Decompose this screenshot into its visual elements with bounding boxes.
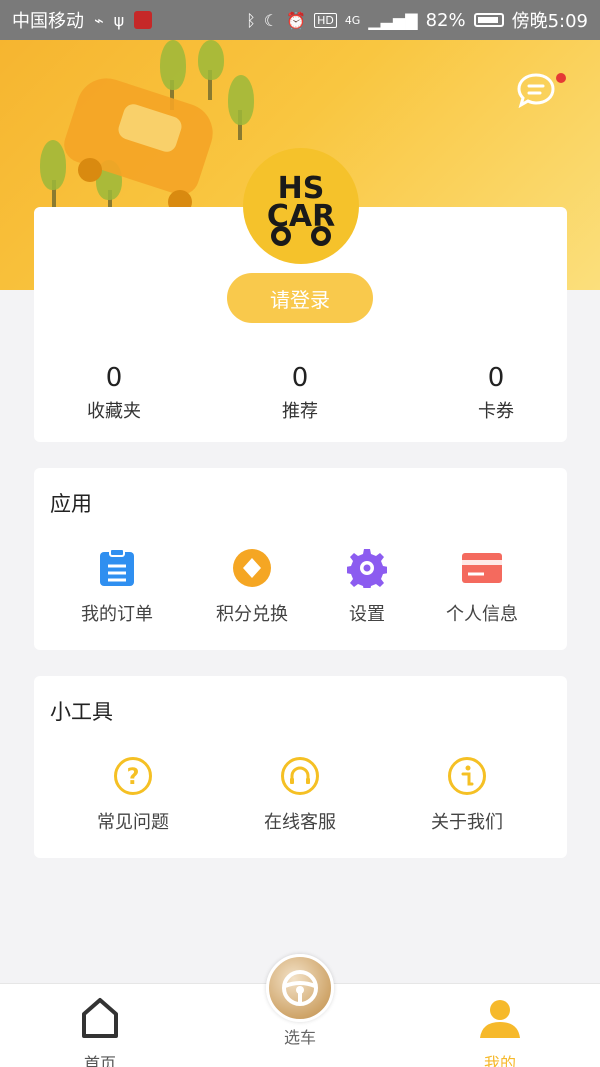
- stat-value: 0: [105, 363, 123, 393]
- bluetooth-icon: ᛒ: [246, 10, 256, 30]
- tab-home[interactable]: 首页: [40, 996, 160, 1067]
- tab-label: 首页: [83, 1054, 116, 1067]
- svg-text:?: ?: [127, 765, 140, 790]
- section-title: 应用: [50, 492, 92, 516]
- stat-coupons[interactable]: 0 卡券: [426, 363, 566, 423]
- section-title: 小工具: [50, 700, 113, 724]
- question-icon: ?: [113, 756, 153, 796]
- card-icon: [462, 548, 502, 588]
- tab-mine[interactable]: 我的: [440, 996, 560, 1067]
- unread-badge: [556, 73, 566, 83]
- signal-icon: ▁▃▅▇: [368, 10, 418, 30]
- stat-label: 推荐: [282, 401, 318, 422]
- tool-label: 常见问题: [97, 812, 169, 833]
- hscar-logo: HS CAR: [267, 171, 335, 246]
- login-button[interactable]: 请登录: [227, 273, 373, 323]
- tree-decoration: [228, 75, 254, 125]
- home-icon: [82, 998, 118, 1038]
- stat-value: 0: [487, 363, 505, 393]
- tab-label: 选车: [283, 1028, 316, 1047]
- avatar[interactable]: HS CAR: [243, 148, 359, 264]
- tool-about-us[interactable]: 关于我们: [402, 756, 532, 834]
- tool-online-service[interactable]: 在线客服: [235, 756, 365, 834]
- status-bar: 中国移动 ⌁ ψ ᛒ ☾ ⏰ HD 4G ▁▃▅▇ 82% 傍晚5:09: [0, 0, 600, 40]
- gear-icon: [346, 548, 388, 591]
- hd-badge: HD: [314, 12, 337, 28]
- app-label: 个人信息: [446, 604, 518, 625]
- message-button[interactable]: [516, 72, 556, 109]
- app-points-exchange[interactable]: 积分兑换: [187, 548, 317, 626]
- battery-icon: [473, 13, 504, 27]
- tools-section: 小工具 ? 常见问题 在线客服 关于我们: [34, 676, 567, 858]
- carrier-label: 中国移动: [12, 11, 84, 32]
- network-label: 4G: [344, 13, 361, 27]
- alarm-icon: ⏰: [286, 10, 307, 30]
- info-icon: [447, 756, 487, 796]
- steering-wheel-icon: [266, 954, 334, 1022]
- chat-bubble-icon: [517, 73, 555, 109]
- tree-decoration: [160, 40, 186, 90]
- tab-label: 我的: [483, 1054, 516, 1067]
- bottom-tab-bar: 首页 选车 我的: [0, 954, 600, 1067]
- stat-label: 收藏夹: [87, 401, 141, 422]
- clock: 傍晚5:09: [511, 11, 588, 32]
- tool-faq[interactable]: ? 常见问题: [68, 756, 198, 834]
- app-label: 我的订单: [81, 604, 153, 625]
- battery-percent: 82%: [425, 9, 466, 31]
- stat-recommend[interactable]: 0 推荐: [230, 363, 370, 423]
- tool-label: 关于我们: [431, 812, 503, 833]
- tree-decoration: [40, 140, 66, 190]
- app-label: 设置: [349, 604, 385, 625]
- tree-decoration: [198, 40, 224, 80]
- notification-app-icon: [134, 11, 153, 29]
- clipboard-icon: [97, 548, 137, 588]
- usb-icon: ψ: [113, 10, 125, 30]
- user-icon: [480, 1000, 520, 1038]
- activity-icon: ⌁: [94, 10, 104, 30]
- app-personal-info[interactable]: 个人信息: [417, 548, 547, 626]
- app-label: 积分兑换: [216, 604, 288, 625]
- stat-favorites[interactable]: 0 收藏夹: [44, 363, 184, 423]
- diamond-coin-icon: [232, 548, 272, 588]
- tab-select-car[interactable]: 选车: [250, 954, 350, 1048]
- stat-label: 卡券: [478, 401, 514, 422]
- headset-icon: [280, 756, 320, 796]
- moon-icon: ☾: [263, 10, 279, 30]
- apps-section: 应用 我的订单 积分兑换 设置 个人信息: [34, 468, 567, 650]
- app-settings[interactable]: 设置: [302, 548, 432, 626]
- stat-value: 0: [291, 363, 309, 393]
- tool-label: 在线客服: [264, 812, 336, 833]
- app-my-orders[interactable]: 我的订单: [52, 548, 182, 626]
